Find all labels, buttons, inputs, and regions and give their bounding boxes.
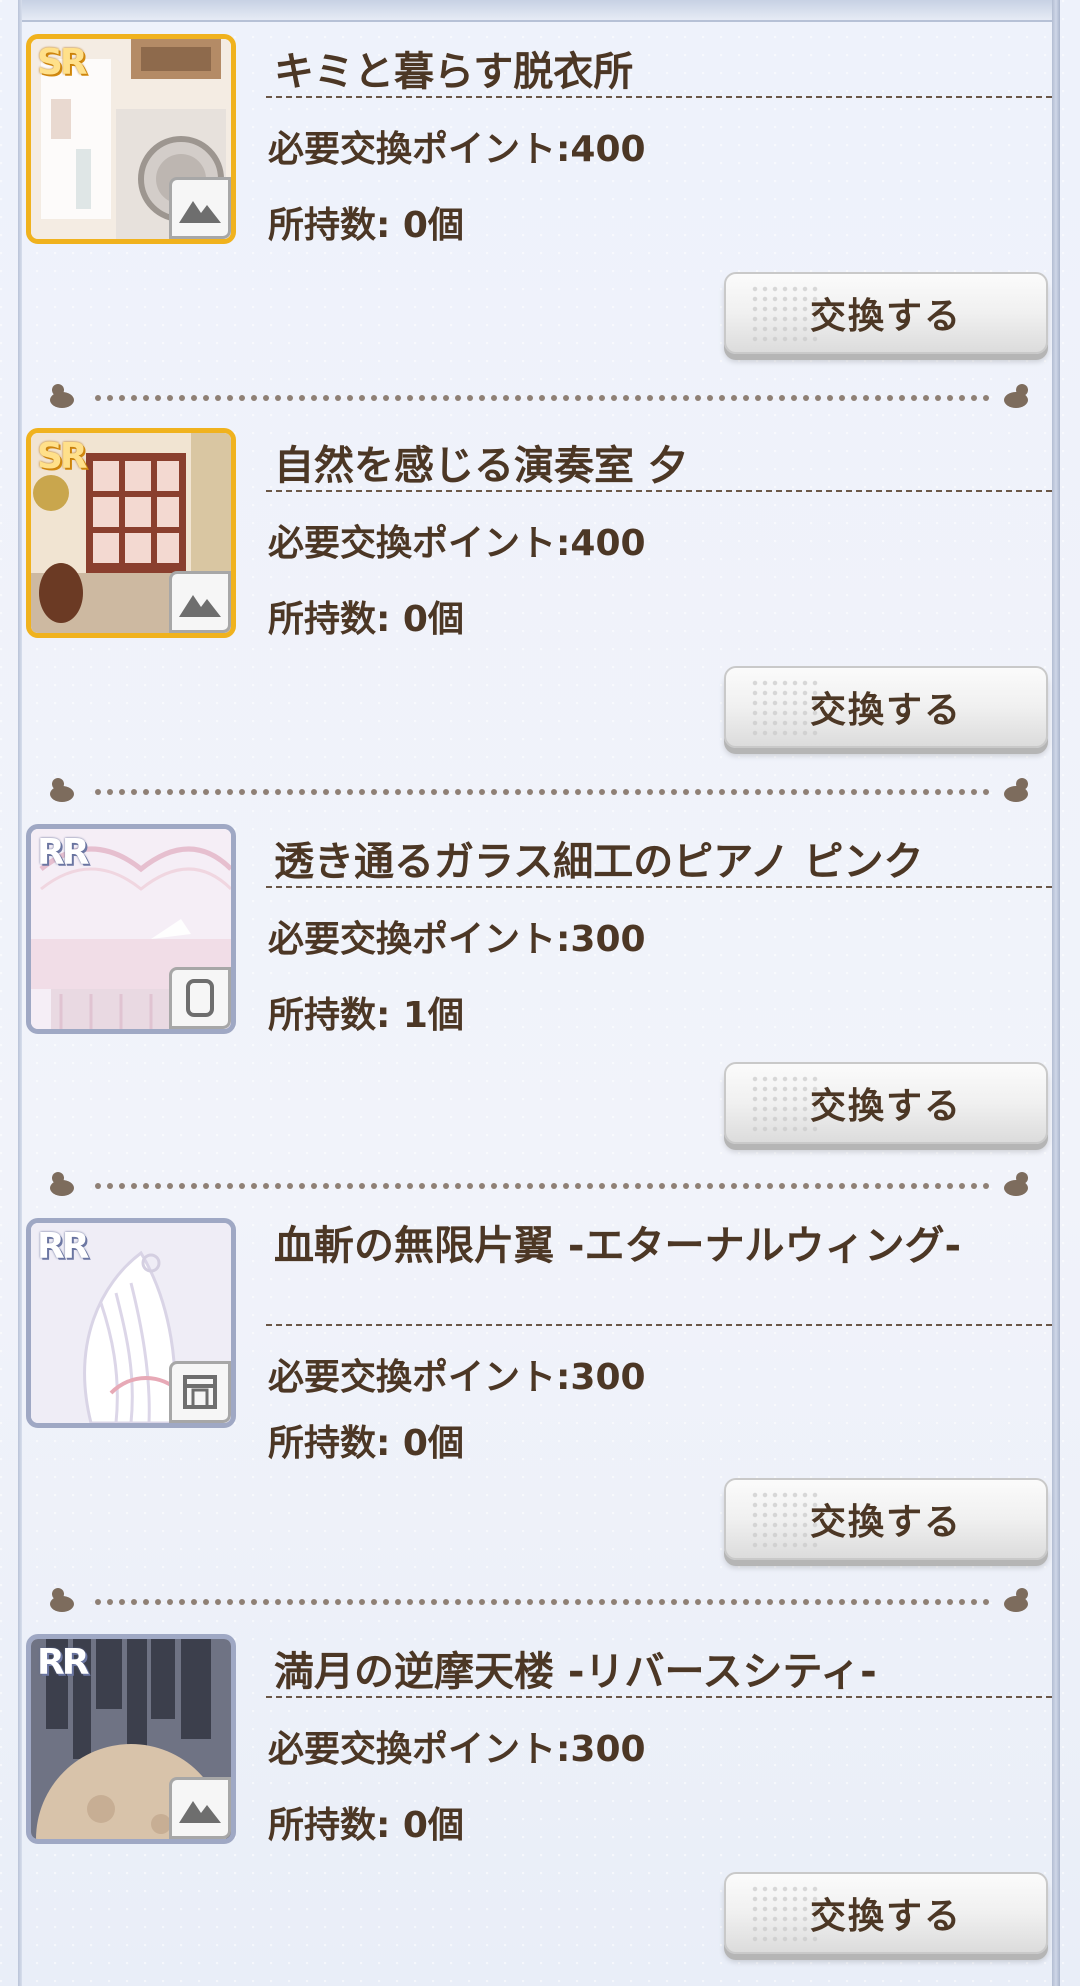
- item-name: 血斬の無限片翼 -エターナルウィング-: [274, 1223, 962, 1269]
- item-thumbnail[interactable]: RR: [26, 824, 236, 1034]
- required-points: 必要交換ポイント:400: [268, 523, 646, 564]
- exchange-button[interactable]: 交換する: [724, 666, 1048, 748]
- exchange-button[interactable]: 交換する: [724, 1062, 1048, 1144]
- item-thumbnail[interactable]: SR: [26, 34, 236, 244]
- duck-icon: [50, 384, 74, 408]
- duck-dotted-divider: [50, 1588, 1028, 1612]
- item-thumbnail[interactable]: SR: [26, 428, 236, 638]
- required-points: 必要交換ポイント:300: [268, 1729, 646, 1770]
- rarity-badge: RR: [37, 1642, 89, 1683]
- item-name: 満月の逆摩天楼 -リバースシティ-: [274, 1649, 877, 1695]
- name-divider: [266, 96, 1052, 98]
- duck-icon: [1004, 778, 1028, 802]
- item-thumbnail[interactable]: RR: [26, 1634, 236, 1844]
- name-divider: [266, 490, 1052, 492]
- owned-count: 所持数: 1個: [268, 995, 464, 1036]
- duck-icon: [50, 778, 74, 802]
- item-thumbnail[interactable]: RR: [26, 1218, 236, 1428]
- duck-dotted-divider: [50, 778, 1028, 802]
- duck-icon: [50, 1172, 74, 1196]
- item-name: 透き通るガラス細工のピアノ ピンク: [274, 839, 924, 885]
- duck-icon: [50, 1588, 74, 1612]
- duck-icon: [1004, 1588, 1028, 1612]
- owned-count: 所持数: 0個: [268, 599, 464, 640]
- exchange-button[interactable]: 交換する: [724, 1478, 1048, 1560]
- duck-dotted-divider: [50, 1172, 1028, 1196]
- exchange-button[interactable]: 交換する: [724, 1872, 1048, 1954]
- duck-icon: [1004, 1172, 1028, 1196]
- window-frame-icon: [169, 1361, 231, 1423]
- rarity-badge: RR: [37, 1226, 89, 1267]
- required-points: 必要交換ポイント:300: [268, 919, 646, 960]
- rarity-badge: SR: [37, 42, 88, 83]
- required-points: 必要交換ポイント:400: [268, 129, 646, 170]
- name-divider: [266, 1324, 1052, 1326]
- name-divider: [266, 886, 1052, 888]
- item-name: 自然を感じる演奏室 夕: [274, 443, 688, 489]
- item-name: キミと暮らす脱衣所: [274, 49, 634, 95]
- owned-count: 所持数: 0個: [268, 205, 464, 246]
- owned-count: 所持数: 0個: [268, 1423, 464, 1464]
- card-frame-icon: [169, 967, 231, 1029]
- duck-icon: [1004, 384, 1028, 408]
- panel-top-edge: [22, 0, 1052, 22]
- exchange-list-panel: SR キミと暮らす脱衣所 必要交換ポイント:400 所持数: 0個 交換する S…: [0, 0, 1080, 1986]
- rarity-badge: RR: [37, 832, 89, 873]
- mountain-picture-icon: [169, 177, 231, 239]
- mountain-picture-icon: [169, 571, 231, 633]
- owned-count: 所持数: 0個: [268, 1805, 464, 1846]
- name-divider: [266, 1696, 1052, 1698]
- panel-left-rail: [18, 0, 22, 1986]
- duck-dotted-divider: [50, 384, 1028, 408]
- required-points: 必要交換ポイント:300: [268, 1357, 646, 1398]
- mountain-picture-icon: [169, 1777, 231, 1839]
- rarity-badge: SR: [37, 436, 88, 477]
- exchange-button[interactable]: 交換する: [724, 272, 1048, 354]
